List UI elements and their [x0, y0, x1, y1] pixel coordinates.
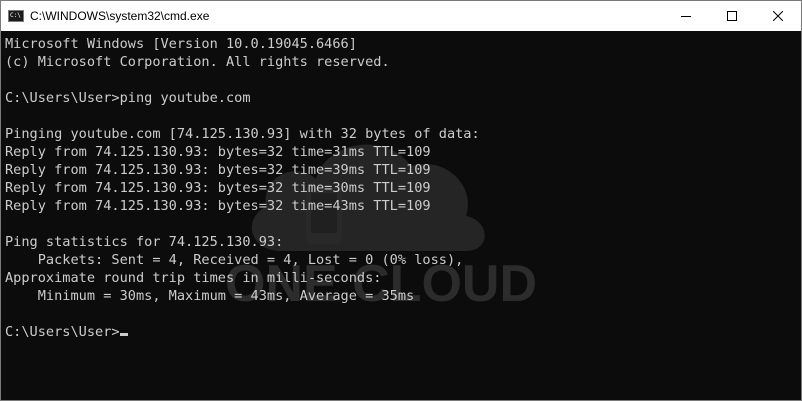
console-line: Reply from 74.125.130.93: bytes=32 time=… — [5, 197, 480, 215]
minimize-icon — [681, 16, 691, 17]
console-line-text: (c) Microsoft Corporation. All rights re… — [5, 54, 390, 70]
console-line: Reply from 74.125.130.93: bytes=32 time=… — [5, 143, 480, 161]
console-line-text: C:\Users\User>ping youtube.com — [5, 90, 251, 106]
console-line: Reply from 74.125.130.93: bytes=32 time=… — [5, 161, 480, 179]
console-line: C:\Users\User> — [5, 323, 480, 341]
cmd-window: C:\WINDOWS\system32\cmd.exe — [0, 0, 802, 401]
console-line: Ping statistics for 74.125.130.93: — [5, 233, 480, 251]
console-line: Microsoft Windows [Version 10.0.19045.64… — [5, 35, 480, 53]
console-line: Pinging youtube.com [74.125.130.93] with… — [5, 125, 480, 143]
console-line: Reply from 74.125.130.93: bytes=32 time=… — [5, 179, 480, 197]
console-line-text: Pinging youtube.com [74.125.130.93] with… — [5, 126, 480, 142]
cmd-icon[interactable] — [8, 10, 24, 22]
console-line-text: Reply from 74.125.130.93: bytes=32 time=… — [5, 180, 431, 196]
console-line: Packets: Sent = 4, Received = 4, Lost = … — [5, 251, 480, 269]
maximize-button[interactable] — [709, 1, 755, 31]
console-line-text: Reply from 74.125.130.93: bytes=32 time=… — [5, 144, 431, 160]
console-line-text: Reply from 74.125.130.93: bytes=32 time=… — [5, 162, 431, 178]
console-line-text: Microsoft Windows [Version 10.0.19045.64… — [5, 36, 357, 52]
console-output[interactable]: ONE CLOUD Microsoft Windows [Version 10.… — [1, 31, 801, 400]
console-line-text: Packets: Sent = 4, Received = 4, Lost = … — [5, 252, 464, 268]
close-button[interactable] — [755, 1, 801, 31]
maximize-icon — [727, 11, 737, 21]
window-title: C:\WINDOWS\system32\cmd.exe — [30, 9, 210, 23]
minimize-button[interactable] — [663, 1, 709, 31]
console-line: Minimum = 30ms, Maximum = 43ms, Average … — [5, 287, 480, 305]
title-bar[interactable]: C:\WINDOWS\system32\cmd.exe — [1, 1, 801, 31]
console-line: (c) Microsoft Corporation. All rights re… — [5, 53, 480, 71]
console-line-text: Minimum = 30ms, Maximum = 43ms, Average … — [5, 288, 415, 304]
close-icon — [773, 11, 783, 21]
console-lines: Microsoft Windows [Version 10.0.19045.64… — [5, 35, 480, 341]
window-controls — [663, 1, 801, 31]
console-line: C:\Users\User>ping youtube.com — [5, 89, 480, 107]
console-line-text: Ping statistics for 74.125.130.93: — [5, 234, 284, 250]
text-cursor — [119, 333, 128, 336]
console-line: Approximate round trip times in milli-se… — [5, 269, 480, 287]
console-line-text: Approximate round trip times in milli-se… — [5, 270, 382, 286]
console-line-text: Reply from 74.125.130.93: bytes=32 time=… — [5, 198, 431, 214]
console-line-text: C:\Users\User> — [5, 324, 120, 340]
